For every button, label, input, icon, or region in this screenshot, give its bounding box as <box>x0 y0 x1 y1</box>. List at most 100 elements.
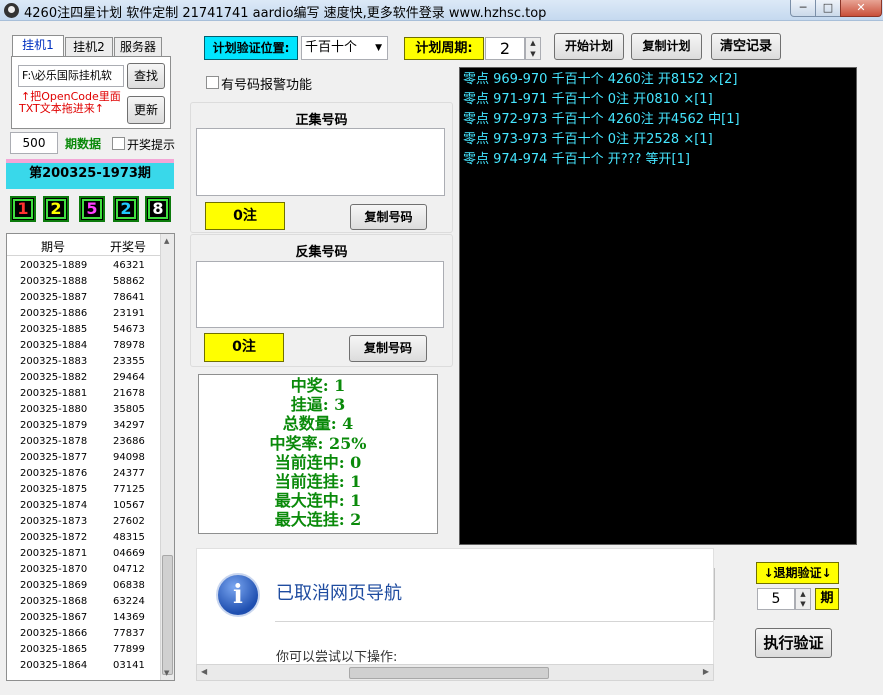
scroll-left-icon[interactable]: ◀ <box>201 667 207 676</box>
tab-hang1[interactable]: 挂机1 <box>12 35 64 57</box>
minimize-button[interactable]: ─ <box>790 0 816 17</box>
history-period-cell: 200325-1877 <box>20 452 88 463</box>
history-row[interactable]: 200325-1880 35805 <box>7 402 161 418</box>
history-period-cell: 200325-1879 <box>20 420 88 431</box>
run-verify-button[interactable]: 执行验证 <box>755 628 832 658</box>
history-row[interactable]: 200325-1879 34297 <box>7 418 161 434</box>
history-number-cell: 14369 <box>113 612 145 623</box>
history-row[interactable]: 200325-1877 94098 <box>7 450 161 466</box>
plan-cycle-spinner[interactable]: ▲ ▼ <box>525 37 541 60</box>
history-period-cell: 200325-1874 <box>20 500 88 511</box>
negative-set-textarea[interactable] <box>196 261 444 328</box>
history-row[interactable]: 200325-1875 77125 <box>7 482 161 498</box>
close-button[interactable]: ✕ <box>840 0 882 17</box>
stat-line: 当前连挂: 1 <box>274 472 362 492</box>
history-row[interactable]: 200325-1885 54673 <box>7 322 161 338</box>
back-verify-label: ↓退期验证↓ <box>756 562 839 584</box>
chevron-down-icon: ▼ <box>375 43 382 53</box>
back-verify-spinner[interactable]: ▲ ▼ <box>795 588 811 610</box>
find-button[interactable]: 查找 <box>127 63 165 89</box>
history-row[interactable]: 200325-1866 77837 <box>7 626 161 642</box>
history-number-cell: 03141 <box>113 660 145 671</box>
history-number-cell: 48315 <box>113 532 145 543</box>
back-verify-input[interactable]: 5 <box>757 588 795 610</box>
history-row[interactable]: 200325-1874 10567 <box>7 498 161 514</box>
browser-hscrollbar[interactable]: ◀ ▶ <box>196 664 714 681</box>
history-row[interactable]: 200325-1878 23686 <box>7 434 161 450</box>
spin-down-icon[interactable]: ▼ <box>796 599 810 609</box>
copy-negative-button[interactable]: 复制号码 <box>349 335 427 362</box>
history-period-cell: 200325-1864 <box>20 660 88 671</box>
plan-log-console[interactable]: 零点 969-970 千百十个 4260注 开8152 ×[2] 零点 971-9… <box>459 67 857 545</box>
back-verify-unit: 期 <box>815 588 839 610</box>
history-row[interactable]: 200325-1868 63224 <box>7 594 161 610</box>
history-period-cell: 200325-1889 <box>20 260 88 271</box>
alarm-checkbox[interactable] <box>206 76 219 89</box>
history-row[interactable]: 200325-1884 78978 <box>7 338 161 354</box>
history-period-cell: 200325-1872 <box>20 532 88 543</box>
scrollbar-thumb[interactable] <box>162 555 173 675</box>
update-button[interactable]: 更新 <box>127 96 165 124</box>
clear-records-button[interactable]: 清空记录 <box>711 33 781 60</box>
history-row[interactable]: 200325-1888 58862 <box>7 274 161 290</box>
history-row[interactable]: 200325-1872 48315 <box>7 530 161 546</box>
spin-down-icon[interactable]: ▼ <box>526 49 540 60</box>
history-period-cell: 200325-1886 <box>20 308 88 319</box>
scroll-right-icon[interactable]: ▶ <box>703 667 709 676</box>
copy-plan-button[interactable]: 复制计划 <box>631 33 702 60</box>
history-row[interactable]: 200325-1864 03141 <box>7 658 161 674</box>
history-period-cell: 200325-1865 <box>20 644 88 655</box>
file-path-input[interactable]: F:\必乐国际挂机软 <box>18 65 124 87</box>
hscroll-thumb[interactable] <box>349 667 549 679</box>
draw-ball-2: 2 <box>43 196 69 222</box>
history-scrollbar[interactable]: ▲ ▼ <box>160 234 174 680</box>
history-row[interactable]: 200325-1889 46321 <box>7 258 161 274</box>
history-row[interactable]: 200325-1883 23355 <box>7 354 161 370</box>
history-row[interactable]: 200325-1882 29464 <box>7 370 161 386</box>
console-line: 零点 973-973 千百十个 0注 开2528 ×[1] <box>463 132 713 147</box>
history-row[interactable]: 200325-1865 77899 <box>7 642 161 658</box>
history-row[interactable]: 200325-1870 04712 <box>7 562 161 578</box>
history-row[interactable]: 200325-1876 24377 <box>7 466 161 482</box>
history-row[interactable]: 200325-1881 21678 <box>7 386 161 402</box>
console-line: 零点 972-973 千百十个 4260注 开4562 中[1] <box>463 112 740 127</box>
scroll-up-icon[interactable]: ▲ <box>164 237 169 245</box>
history-number-cell: 54673 <box>113 324 145 335</box>
tab-hang2[interactable]: 挂机2 <box>65 37 113 57</box>
award-tip-checkbox[interactable] <box>112 137 125 150</box>
history-number-cell: 63224 <box>113 596 145 607</box>
splitter[interactable] <box>714 568 716 620</box>
history-period-cell: 200325-1875 <box>20 484 88 495</box>
column-header-number[interactable]: 开奖号 <box>110 238 146 255</box>
history-period-cell: 200325-1868 <box>20 596 88 607</box>
web-browser-pane[interactable]: i 已取消网页导航 你可以尝试以下操作: <box>196 548 714 681</box>
maximize-button[interactable]: □ <box>815 0 841 17</box>
column-header-period[interactable]: 期号 <box>41 238 65 255</box>
award-tip-label: 开奖提示 <box>127 138 176 152</box>
plan-cycle-input[interactable]: 2 <box>485 37 525 60</box>
history-period-cell: 200325-1873 <box>20 516 88 527</box>
period-count-input[interactable]: 500 <box>10 132 58 154</box>
verify-position-value: 千百十个 <box>305 40 358 55</box>
positive-set-title: 正集号码 <box>295 113 348 128</box>
history-row[interactable]: 200325-1867 14369 <box>7 610 161 626</box>
history-row[interactable]: 200325-1869 06838 <box>7 578 161 594</box>
scroll-down-icon[interactable]: ▼ <box>164 669 169 677</box>
history-row[interactable]: 200325-1886 23191 <box>7 306 161 322</box>
spin-up-icon[interactable]: ▲ <box>526 38 540 49</box>
copy-positive-button[interactable]: 复制号码 <box>350 204 427 230</box>
spin-up-icon[interactable]: ▲ <box>796 589 810 599</box>
history-row[interactable]: 200325-1887 78641 <box>7 290 161 306</box>
plan-cycle-label: 计划周期: <box>404 37 484 60</box>
tab-server[interactable]: 服务器 <box>114 37 162 57</box>
positive-set-textarea[interactable] <box>196 128 445 196</box>
history-number-cell: 23686 <box>113 436 145 447</box>
draw-ball-4: 2 <box>113 196 139 222</box>
history-row[interactable]: 200325-1873 27602 <box>7 514 161 530</box>
start-plan-button[interactable]: 开始计划 <box>554 33 624 60</box>
history-number-cell: 23355 <box>113 356 145 367</box>
verify-position-select[interactable]: 千百十个 ▼ <box>301 36 388 60</box>
divider <box>275 621 713 622</box>
history-row[interactable]: 200325-1871 04669 <box>7 546 161 562</box>
history-list[interactable]: 期号 开奖号 200325-1889 46321 200325-1888 58862 2… <box>6 233 175 681</box>
